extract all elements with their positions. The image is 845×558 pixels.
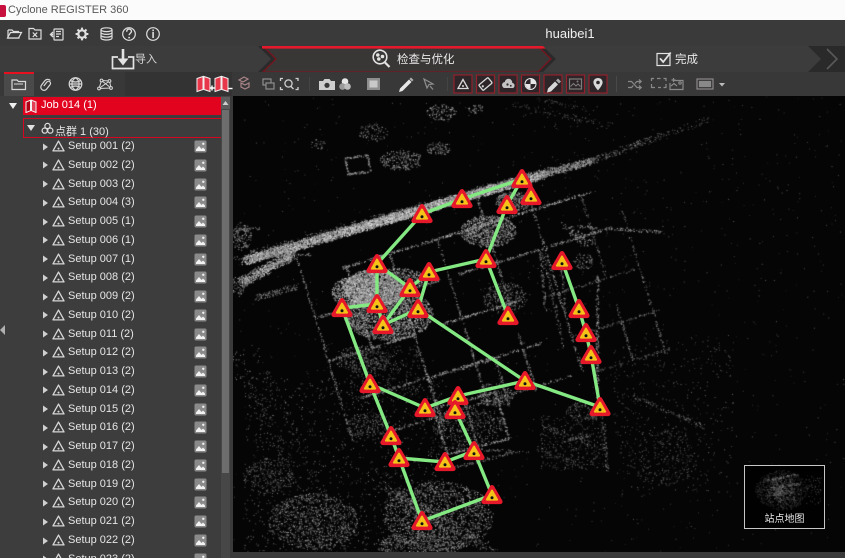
svg-text:导入: 导入 [135,53,157,66]
svg-text:完成: 完成 [675,52,698,66]
svg-text:检查与优化: 检查与优化 [397,52,455,66]
